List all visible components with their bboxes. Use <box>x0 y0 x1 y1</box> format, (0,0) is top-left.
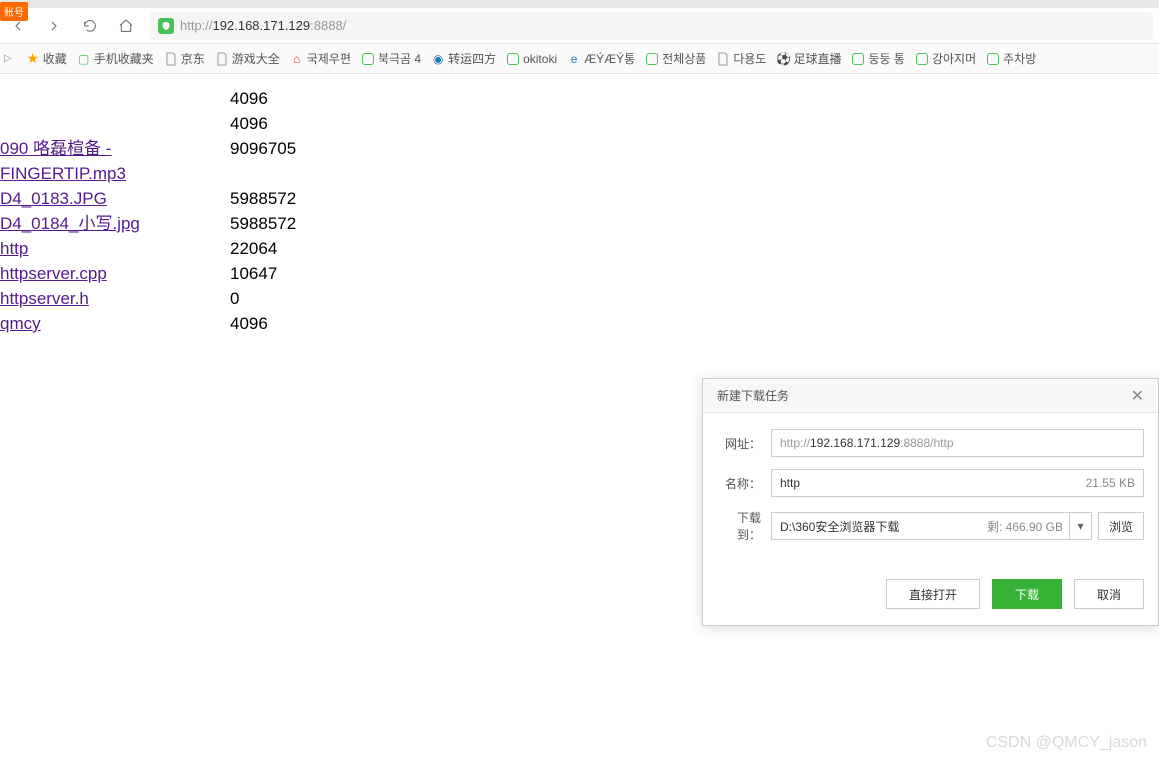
listing-row: httpserver.h 0 <box>0 286 1159 311</box>
file-link[interactable]: 090 咯磊楦备 - FINGERTIP.mp3 <box>0 139 126 183</box>
file-link[interactable]: http <box>0 239 28 258</box>
file-size: 4096 <box>230 311 268 336</box>
file-link[interactable]: httpserver.h <box>0 289 89 308</box>
listing-row: http 22064 <box>0 236 1159 261</box>
star-icon: ★ <box>26 52 40 66</box>
site-icon <box>915 52 929 66</box>
site-icon <box>361 52 375 66</box>
ball-icon: ⚽ <box>776 52 790 66</box>
dialog-title: 新建下载任务 <box>717 387 789 404</box>
account-badge[interactable]: 账号 <box>0 2 28 21</box>
listing-row: qmcy 4096 <box>0 311 1159 336</box>
bookmark-all[interactable]: 전체상품 <box>645 50 706 67</box>
globe-icon: ◉ <box>431 52 445 66</box>
bookmark-favorites[interactable]: ★收藏 <box>26 50 67 67</box>
cancel-button[interactable]: 取消 <box>1074 579 1144 609</box>
page-icon <box>716 52 730 66</box>
file-size: 22064 <box>230 236 277 261</box>
shield-icon <box>158 18 174 34</box>
file-link[interactable]: httpserver.cpp <box>0 264 107 283</box>
download-dialog: 新建下载任务 ✕ 网址： http://192.168.171.129:8888… <box>702 378 1159 626</box>
watermark: CSDN @QMCY_jason <box>986 734 1147 752</box>
bookmark-multi[interactable]: 다용도 <box>716 50 766 67</box>
forward-button[interactable] <box>42 14 66 38</box>
bookmark-overflow-left[interactable]: ▷ <box>4 53 12 64</box>
bookmark-okitoki[interactable]: okitoki <box>506 52 557 66</box>
filename-input[interactable]: http 21.55 KB <box>771 469 1144 497</box>
dialog-title-bar: 新建下载任务 ✕ <box>703 379 1158 413</box>
bookmark-transfer[interactable]: ◉转运四方 <box>431 50 496 67</box>
directory-listing: 40964096090 咯磊楦备 - FINGERTIP.mp39096705D… <box>0 74 1159 336</box>
bookmark-football[interactable]: ⚽足球直播 <box>776 50 841 67</box>
site-icon <box>986 52 1000 66</box>
url-text: http://192.168.171.129:8888/ <box>180 18 346 33</box>
close-icon[interactable]: ✕ <box>1127 382 1148 410</box>
path-dropdown[interactable]: ▾ <box>1069 513 1091 539</box>
mail-icon: ⌂ <box>290 52 304 66</box>
file-size: 5988572 <box>230 186 296 211</box>
bookmark-bear[interactable]: 북극곰 4 <box>361 50 421 67</box>
listing-row: httpserver.cpp 10647 <box>0 261 1159 286</box>
browse-button[interactable]: 浏览 <box>1098 512 1144 540</box>
filesize-text: 21.55 KB <box>1086 476 1135 490</box>
listing-row: 4096 <box>0 86 1159 111</box>
file-size: 9096705 <box>230 136 296 186</box>
nav-toolbar: http://192.168.171.129:8888/ <box>0 8 1159 44</box>
file-size: 4096 <box>230 86 268 111</box>
page-icon <box>164 52 178 66</box>
site-icon <box>645 52 659 66</box>
file-link[interactable]: D4_0183.JPG <box>0 189 107 208</box>
bookmark-8[interactable]: eÆÝÆÝ통 <box>567 50 635 67</box>
bookmark-mobile[interactable]: ▢手机收藏夹 <box>77 50 154 67</box>
listing-row: D4_0184_小写.jpg 5988572 <box>0 211 1159 236</box>
file-link[interactable]: qmcy <box>0 314 41 333</box>
listing-row: D4_0183.JPG 5988572 <box>0 186 1159 211</box>
home-button[interactable] <box>114 14 138 38</box>
page-icon <box>215 52 229 66</box>
address-bar[interactable]: http://192.168.171.129:8888/ <box>150 12 1153 40</box>
path-input[interactable]: D:\360安全浏览器下载 剩: 466.90 GB ▾ <box>771 512 1092 540</box>
ie-icon: e <box>567 52 581 66</box>
mobile-icon: ▢ <box>77 52 91 66</box>
bookmark-jd[interactable]: 京东 <box>164 50 205 67</box>
path-label: 下载到： <box>717 509 761 543</box>
disk-remain: 剩: 466.90 GB <box>987 518 1069 535</box>
listing-row: 4096 <box>0 111 1159 136</box>
file-size: 0 <box>230 286 239 311</box>
bookmark-parking[interactable]: 주차방 <box>986 50 1036 67</box>
site-icon <box>506 52 520 66</box>
reload-button[interactable] <box>78 14 102 38</box>
name-label: 名称： <box>717 475 761 492</box>
bookmark-games[interactable]: 游戏大全 <box>215 50 280 67</box>
file-size: 10647 <box>230 261 277 286</box>
listing-row: 090 咯磊楦备 - FINGERTIP.mp3 9096705 <box>0 136 1159 186</box>
bookmark-intl-mail[interactable]: ⌂국제우편 <box>290 50 351 67</box>
site-icon <box>851 52 865 66</box>
bookmark-12[interactable]: 둥둥 통 <box>851 50 904 67</box>
file-link[interactable]: D4_0184_小写.jpg <box>0 214 140 233</box>
bookmark-dog[interactable]: 강아지머 <box>915 50 976 67</box>
file-size: 5988572 <box>230 211 296 236</box>
url-label: 网址： <box>717 435 761 452</box>
bookmark-bar: ▷ ★收藏 ▢手机收藏夹 京东 游戏大全 ⌂국제우편 북극곰 4 ◉转运四方 o… <box>0 44 1159 74</box>
tab-strip <box>0 0 1159 8</box>
file-size: 4096 <box>230 111 268 136</box>
download-button[interactable]: 下载 <box>992 579 1062 609</box>
url-input[interactable]: http://192.168.171.129:8888/http <box>771 429 1144 457</box>
open-button[interactable]: 直接打开 <box>886 579 980 609</box>
